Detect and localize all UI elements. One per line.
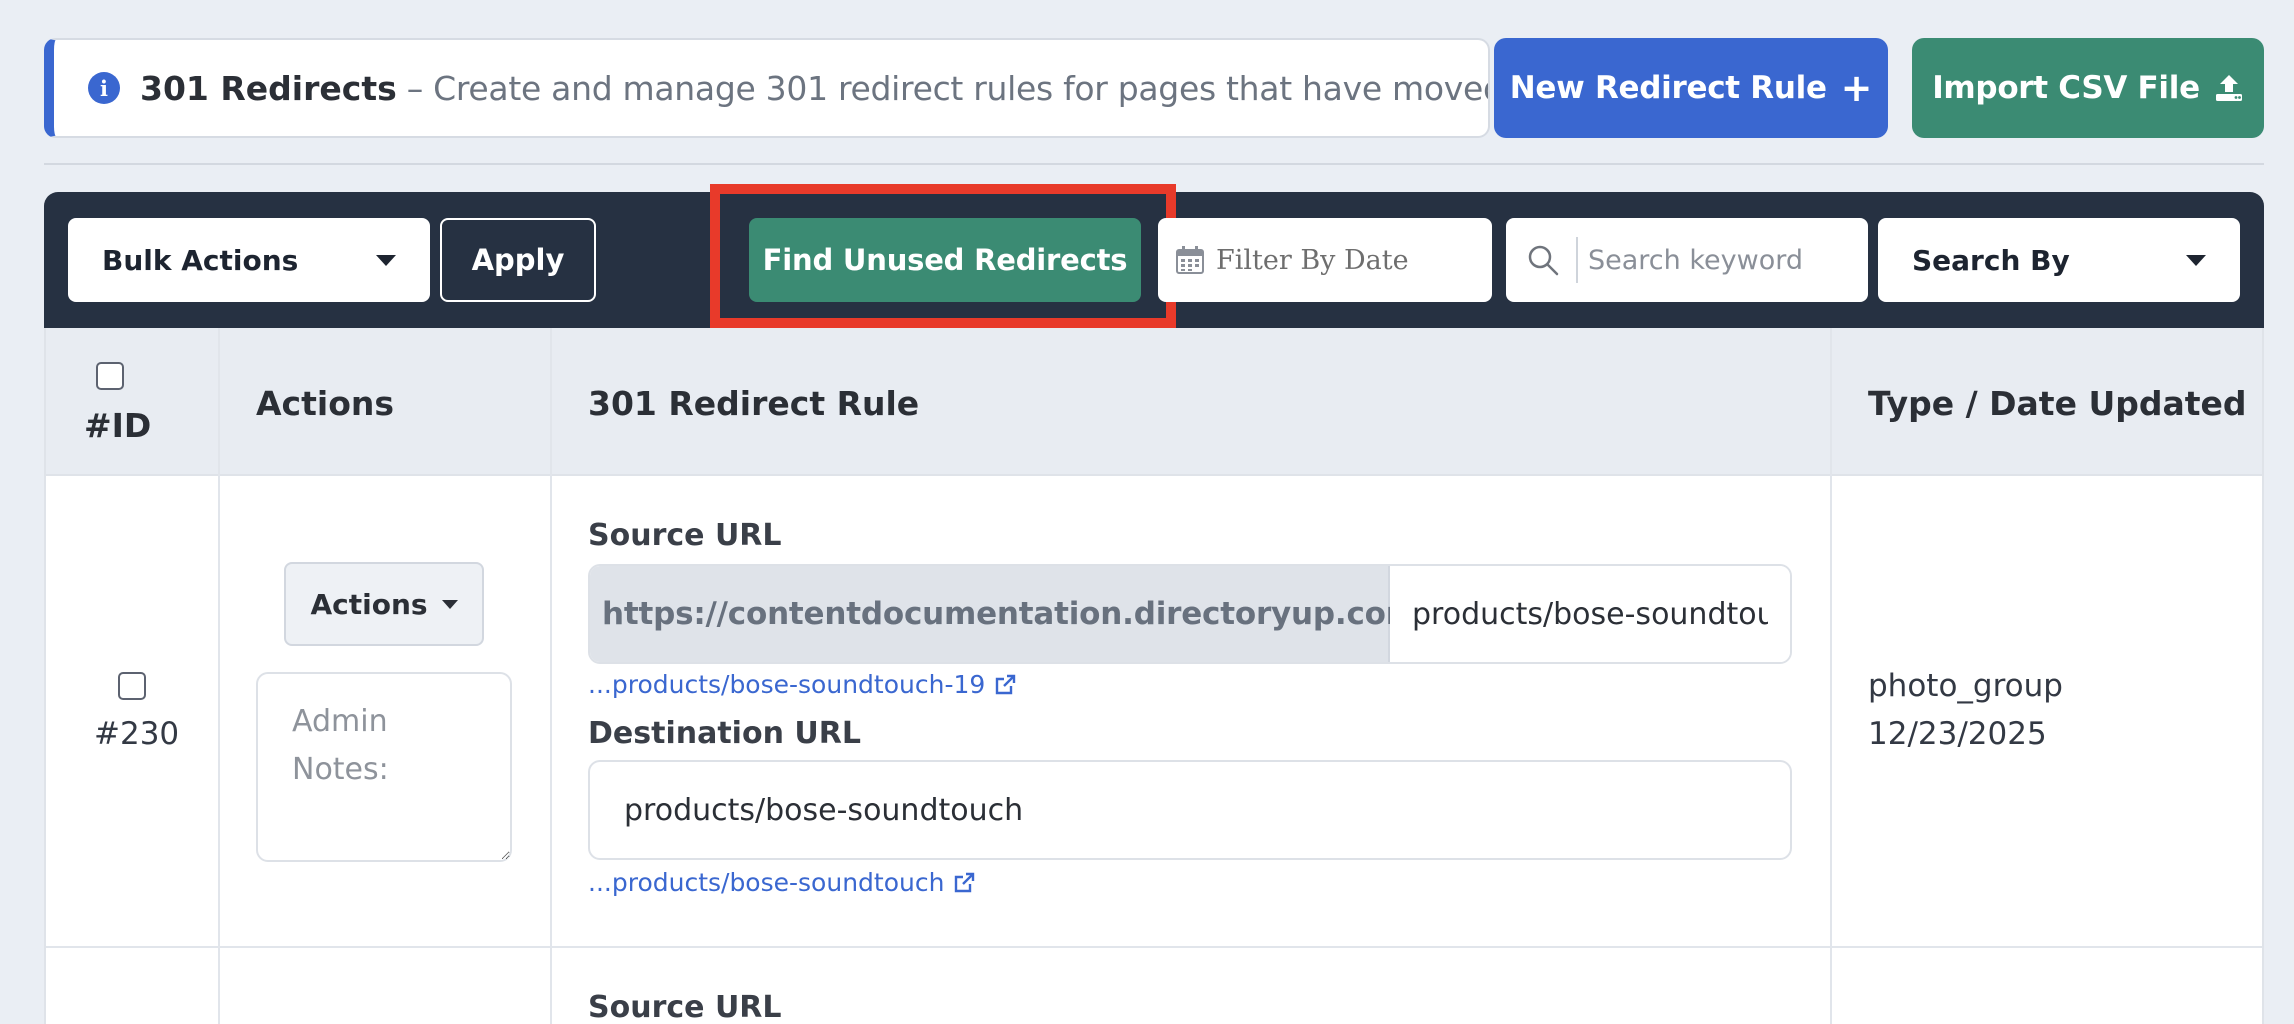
upload-icon — [2214, 73, 2244, 103]
search-by-label: Search By — [1912, 243, 2070, 277]
filter-date-field[interactable] — [1158, 218, 1492, 302]
row-separator — [46, 946, 2262, 948]
destination-url-input[interactable] — [588, 760, 1792, 860]
redirects-table: #ID Actions 301 Redirect Rule Type / Dat… — [44, 328, 2264, 1024]
column-header-redirect-rule: 301 Redirect Rule — [588, 384, 920, 423]
source-url-link-text: ...products/bose-soundtouch-19 — [588, 670, 986, 699]
external-link-icon — [955, 872, 975, 892]
row-date-updated: 12/23/2025 — [1868, 716, 2047, 752]
source-url-group: https://contentdocumentation.directoryup… — [588, 564, 1792, 664]
header-divider — [44, 163, 2264, 165]
chevron-down-icon — [441, 599, 458, 609]
page-description: – Create and manage 301 redirect rules f… — [406, 68, 1490, 108]
page-title: 301 Redirects — [140, 68, 397, 108]
external-link-icon — [996, 674, 1016, 694]
select-all-checkbox[interactable] — [96, 362, 124, 390]
row-type: photo_group — [1868, 668, 2063, 704]
column-header-id: #ID — [84, 406, 152, 445]
new-redirect-rule-label: New Redirect Rule — [1509, 70, 1827, 106]
find-unused-redirects-button[interactable]: Find Unused Redirects — [749, 218, 1141, 302]
source-url-prefix: https://contentdocumentation.directoryup… — [590, 566, 1429, 662]
apply-button[interactable]: Apply — [440, 218, 596, 302]
bulk-actions-select[interactable]: Bulk Actions — [68, 218, 430, 302]
source-url-label: Source URL — [588, 518, 782, 553]
page-info-banner: i 301 Redirects – Create and manage 301 … — [44, 38, 1490, 138]
search-field[interactable] — [1506, 218, 1868, 302]
search-separator — [1576, 237, 1578, 283]
column-header-actions: Actions — [256, 384, 394, 423]
row-checkbox[interactable] — [118, 672, 146, 700]
column-header-type-date: Type / Date Updated — [1868, 384, 2247, 423]
source-url-label: Source URL — [588, 990, 782, 1024]
info-icon: i — [88, 72, 120, 104]
destination-url-label: Destination URL — [588, 716, 861, 751]
table-toolbar: Bulk Actions Apply Find Unused Redirects… — [44, 184, 2264, 328]
plus-icon: + — [1840, 66, 1873, 110]
column-divider — [218, 328, 220, 1024]
column-divider — [1830, 328, 1832, 1024]
search-by-select[interactable]: Search By — [1878, 218, 2240, 302]
destination-url-link-text: ...products/bose-soundtouch — [588, 868, 945, 897]
search-input[interactable] — [1588, 244, 1868, 276]
search-icon — [1528, 245, 1559, 276]
import-csv-label: Import CSV File — [1932, 70, 2200, 106]
row-actions-label: Actions — [310, 587, 428, 621]
source-url-link[interactable]: ...products/bose-soundtouch-19 — [588, 670, 1017, 699]
chevron-down-icon — [2186, 254, 2206, 266]
source-url-input[interactable] — [1390, 566, 1790, 662]
filter-date-input[interactable] — [1216, 244, 1476, 276]
row-id: #230 — [94, 716, 180, 752]
import-csv-button[interactable]: Import CSV File — [1912, 38, 2264, 138]
admin-notes-textarea[interactable] — [256, 672, 512, 862]
destination-url-link[interactable]: ...products/bose-soundtouch — [588, 868, 976, 897]
new-redirect-rule-button[interactable]: New Redirect Rule + — [1494, 38, 1888, 138]
bulk-actions-label: Bulk Actions — [102, 243, 299, 277]
row-actions-dropdown[interactable]: Actions — [284, 562, 484, 646]
chevron-down-icon — [376, 254, 396, 266]
calendar-icon — [1176, 246, 1204, 274]
column-divider — [550, 328, 552, 1024]
